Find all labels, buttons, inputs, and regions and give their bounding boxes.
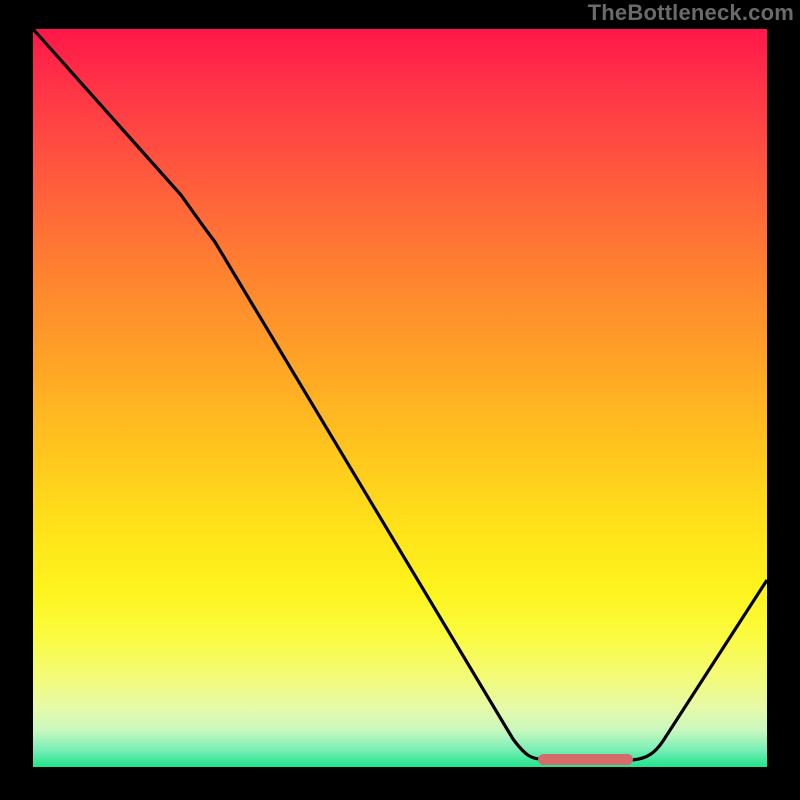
flat-segment-marker (538, 754, 633, 765)
bottleneck-chart: TheBottleneck.com (0, 0, 800, 800)
curve-svg (33, 29, 767, 767)
bottleneck-curve-path (33, 29, 767, 760)
plot-area (33, 29, 767, 767)
watermark-text: TheBottleneck.com (588, 0, 794, 26)
